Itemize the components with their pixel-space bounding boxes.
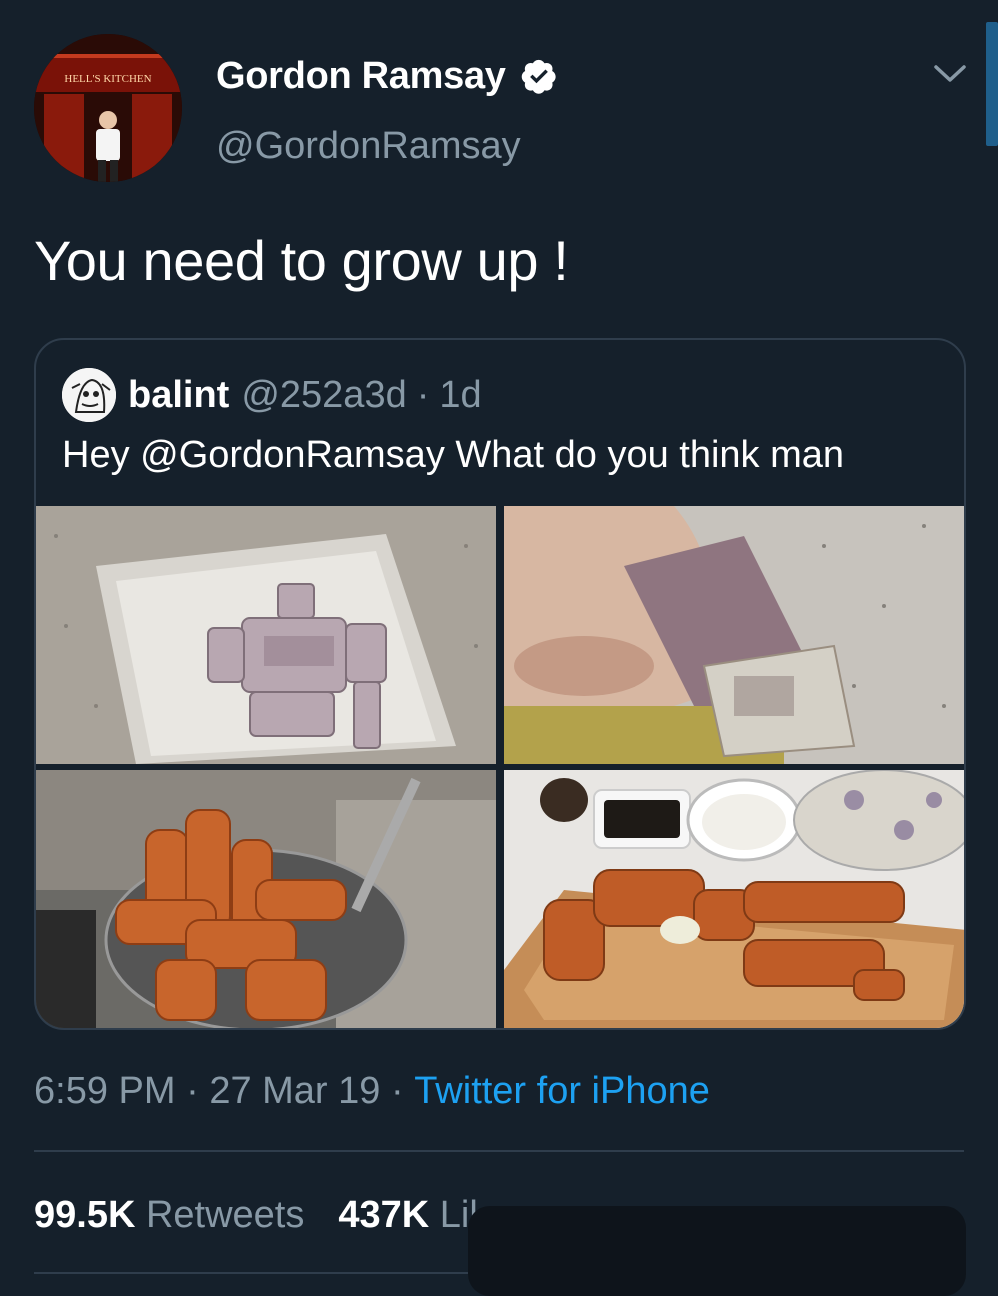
photo-gundam-in-batter [36, 506, 496, 764]
quoted-tweet-card[interactable]: balint @252a3d · 1d Hey @GordonRamsay Wh… [34, 338, 966, 1030]
tweet-source-link[interactable]: Twitter for iPhone [414, 1064, 710, 1118]
quoted-author-avatar[interactable] [62, 368, 116, 422]
timestamp-separator: · [175, 1070, 210, 1112]
tweet-date[interactable]: 27 Mar 19 [209, 1064, 380, 1118]
quoted-avatar-image [62, 368, 116, 422]
divider [34, 1150, 964, 1152]
timestamp-separator-2: · [380, 1070, 415, 1112]
quoted-separator: · [416, 374, 430, 416]
verified-badge-icon [521, 59, 556, 94]
tweet-text: You need to grow up ! [34, 229, 569, 292]
author-display-name[interactable]: Gordon Ramsay [216, 50, 506, 102]
overlay-popup [468, 1206, 966, 1296]
likes-count: 437K [338, 1194, 430, 1236]
avatar-image: HELL'S KITCHEN [34, 34, 182, 182]
quoted-photo-2[interactable] [504, 506, 964, 764]
tweet-timestamp: 6:59 PM · 27 Mar 19 · Twitter for iPhone [34, 1064, 710, 1118]
quoted-photo-1[interactable] [36, 506, 496, 764]
quoted-tweet-text: Hey @GordonRamsay What do you think man [62, 434, 845, 476]
quoted-photo-3[interactable] [36, 770, 496, 1028]
author-handle[interactable]: @GordonRamsay [216, 120, 521, 172]
quoted-author-handle[interactable]: @252a3d [241, 370, 406, 420]
avatar-sign-text: HELL'S KITCHEN [64, 73, 151, 85]
photo-fried-in-strainer [36, 770, 496, 1028]
author-avatar[interactable]: HELL'S KITCHEN [34, 34, 182, 182]
scroll-indicator[interactable] [986, 22, 998, 146]
photo-fried-gundam-plated [504, 770, 964, 1028]
quoted-photo-4[interactable] [504, 770, 964, 1028]
quoted-tweet-header: balint @252a3d · 1d [62, 368, 482, 422]
author-name-row: Gordon Ramsay [216, 50, 558, 102]
retweets-stat[interactable]: 99.5K Retweets [34, 1188, 304, 1242]
retweets-label: Retweets [135, 1194, 305, 1236]
retweets-count: 99.5K [34, 1194, 136, 1236]
quoted-time: 1d [439, 374, 482, 416]
photo-coating-gundam [504, 506, 964, 764]
tweet-stats: 99.5K Retweets 437K Likes [34, 1188, 529, 1242]
tweet-time[interactable]: 6:59 PM [34, 1064, 176, 1118]
chevron-down-icon[interactable] [930, 58, 970, 88]
quoted-author-name[interactable]: balint [128, 370, 229, 420]
